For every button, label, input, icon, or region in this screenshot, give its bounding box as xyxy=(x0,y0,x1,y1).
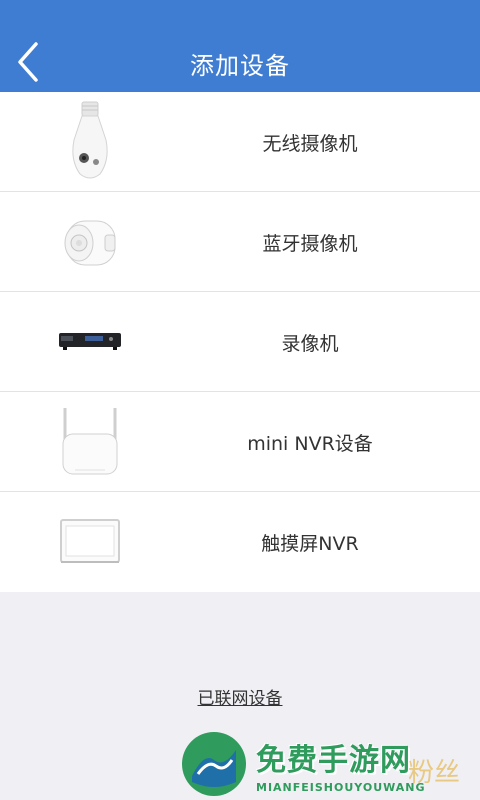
watermark-extra: 粉丝 xyxy=(407,758,460,788)
device-item-bluetooth-camera[interactable]: 蓝牙摄像机 xyxy=(0,192,480,292)
touchscreen-nvr-icon xyxy=(40,500,140,584)
device-type-list: 无线摄像机 蓝牙摄像机 录像机 mini NVR设备 触摸屏NVR xyxy=(0,92,480,592)
device-label: 录像机 xyxy=(281,332,339,355)
recorder-icon xyxy=(40,300,140,384)
device-label: mini NVR设备 xyxy=(247,432,373,455)
device-label: 触摸屏NVR xyxy=(261,532,359,555)
device-item-recorder[interactable]: 录像机 xyxy=(0,292,480,392)
device-label: 蓝牙摄像机 xyxy=(262,232,358,255)
bulb-camera-icon xyxy=(40,100,140,184)
device-item-touchscreen-nvr[interactable]: 触摸屏NVR xyxy=(0,492,480,592)
page-title: 添加设备 xyxy=(190,52,290,80)
device-label: 无线摄像机 xyxy=(262,132,358,155)
device-item-mini-nvr[interactable]: mini NVR设备 xyxy=(0,392,480,492)
watermark-sub: MIANFEISHOUYOUWANG xyxy=(256,780,426,794)
round-camera-icon xyxy=(40,200,140,284)
app-header: 添加设备 xyxy=(0,0,480,92)
mini-nvr-icon xyxy=(40,400,140,484)
device-item-wireless-camera[interactable]: 无线摄像机 xyxy=(0,92,480,192)
watermark: 免费手游网 MIANFEISHOUYOUWANG 粉丝 xyxy=(180,728,480,800)
connected-devices-link-wrap: 已联网设备 xyxy=(0,684,480,709)
connected-devices-link[interactable]: 已联网设备 xyxy=(198,689,283,709)
watermark-main: 免费手游网 xyxy=(256,742,411,778)
watermark-logo-icon xyxy=(182,732,246,796)
watermark-text: 免费手游网 MIANFEISHOUYOUWANG xyxy=(256,735,426,794)
